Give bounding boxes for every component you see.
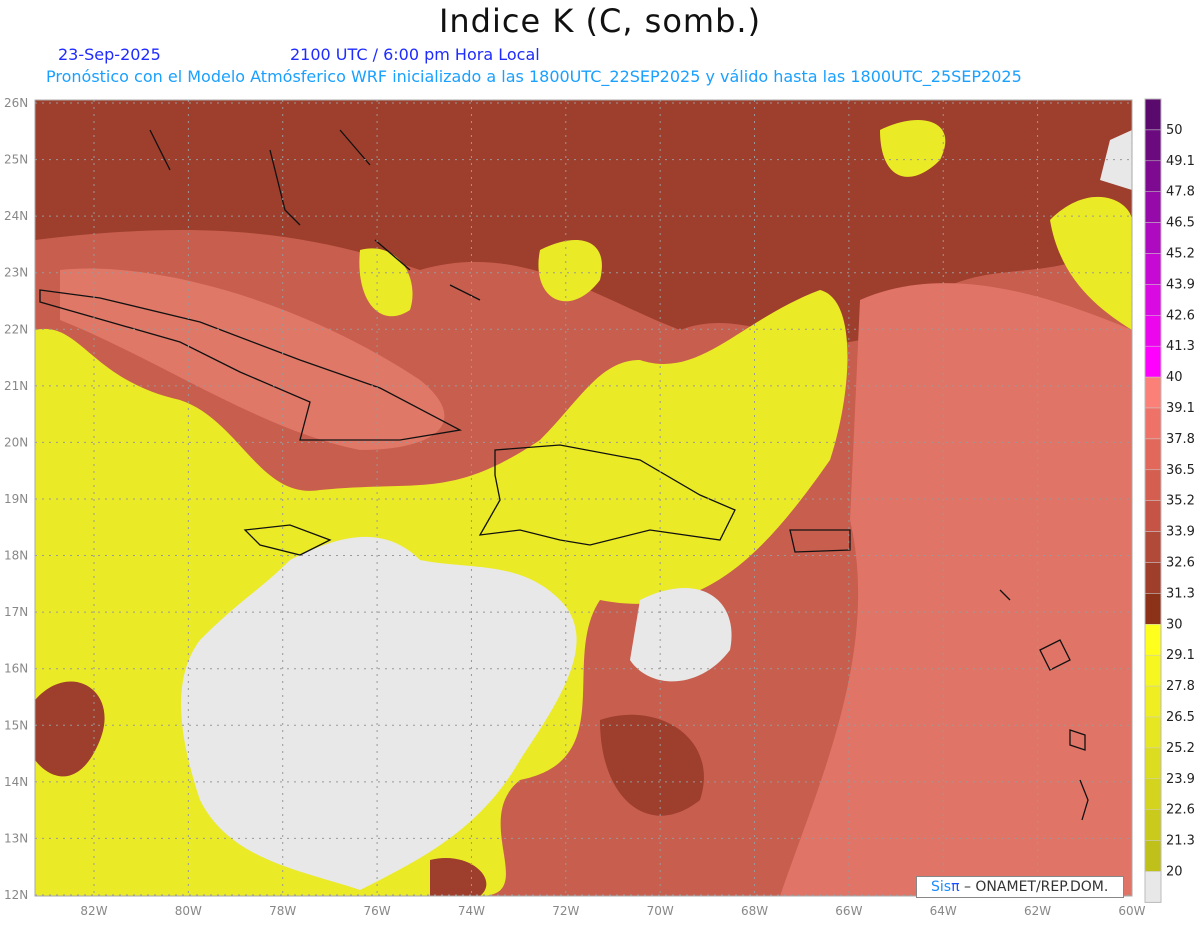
- legend-swatch: [1144, 624, 1162, 656]
- legend-swatch: [1144, 284, 1162, 316]
- lat-tick-label: 25N: [4, 153, 28, 167]
- legend-swatch: [1144, 376, 1162, 409]
- legend-label: 30: [1166, 617, 1183, 632]
- legend-label: 36.5: [1166, 463, 1195, 478]
- lat-tick-label: 21N: [4, 379, 28, 393]
- map-field: [35, 100, 1132, 896]
- legend-label: 29.1: [1166, 648, 1195, 663]
- model-subtitle: Pronóstico con el Modelo Atmósferico WRF…: [46, 67, 1022, 86]
- forecast-date: 23-Sep-2025: [58, 45, 161, 64]
- map-title: Indice K (C, somb.): [438, 2, 762, 40]
- lat-tick-label: 15N: [4, 718, 28, 732]
- lat-tick-label: 24N: [4, 209, 28, 223]
- legend-label: 47.8: [1166, 185, 1195, 200]
- legend-label: 35.2: [1166, 494, 1195, 509]
- legend-swatch: [1144, 871, 1162, 903]
- lat-tick-label: 16N: [4, 662, 28, 676]
- legend-label: 46.5: [1166, 216, 1195, 231]
- legend-label: 21.3: [1166, 834, 1195, 849]
- lon-tick-label: 68W: [741, 904, 768, 918]
- legend-label: 31.3: [1166, 586, 1195, 601]
- lon-tick-label: 80W: [175, 904, 202, 918]
- credit-box: Sisπ – ONAMET/REP.DOM.: [916, 876, 1124, 898]
- legend-label: 41.3: [1166, 339, 1195, 354]
- legend-label: 33.9: [1166, 525, 1195, 540]
- lat-tick-label: 12N: [4, 888, 28, 902]
- legend-label: 50: [1166, 123, 1183, 138]
- legend-swatch: [1144, 654, 1162, 687]
- legend-label: 40: [1166, 370, 1183, 385]
- lon-tick-label: 78W: [269, 904, 296, 918]
- legend-swatch: [1144, 809, 1162, 841]
- legend-label: 37.8: [1166, 432, 1195, 447]
- legend-swatch: [1144, 469, 1162, 501]
- lon-tick-label: 72W: [552, 904, 579, 918]
- lat-tick-label: 14N: [4, 775, 28, 789]
- legend-swatch: [1144, 778, 1162, 810]
- legend-swatch: [1144, 160, 1162, 192]
- lat-tick-label: 13N: [4, 831, 28, 845]
- lon-tick-label: 64W: [930, 904, 957, 918]
- legend-label: 32.6: [1166, 556, 1195, 571]
- legend-label: 27.8: [1166, 679, 1195, 694]
- lat-tick-label: 23N: [4, 266, 28, 280]
- lat-tick-label: 17N: [4, 605, 28, 619]
- lon-tick-label: 76W: [364, 904, 391, 918]
- legend-swatch: [1144, 500, 1162, 532]
- legend-swatch: [1144, 315, 1162, 347]
- lat-tick-label: 20N: [4, 435, 28, 449]
- legend-label: 49.1: [1166, 154, 1195, 169]
- lat-tick-label: 19N: [4, 492, 28, 506]
- legend-swatch: [1144, 840, 1162, 872]
- legend-label: 42.6: [1166, 308, 1195, 323]
- legend-swatch: [1144, 716, 1162, 749]
- legend-swatch: [1144, 593, 1162, 625]
- lon-tick-label: 70W: [647, 904, 674, 918]
- legend-swatch: [1144, 531, 1162, 563]
- legend-swatch: [1144, 438, 1162, 471]
- lon-tick-label: 82W: [80, 904, 107, 918]
- lat-tick-label: 18N: [4, 549, 28, 563]
- legend-label: 43.9: [1166, 277, 1195, 292]
- credit-text: – ONAMET/REP.DOM.: [959, 879, 1109, 895]
- legend-swatch: [1144, 685, 1162, 718]
- legend-swatch: [1144, 129, 1162, 162]
- legend-swatch: [1144, 407, 1162, 440]
- lat-tick-label: 26N: [4, 96, 28, 110]
- legend-swatch: [1144, 191, 1162, 223]
- legend-label: 26.5: [1166, 710, 1195, 725]
- credit-pi: π: [951, 879, 960, 895]
- legend-label: 25.2: [1166, 741, 1195, 756]
- legend-label: 20: [1166, 865, 1183, 880]
- color-legend: 50 49.1 47.8 46.5 45.2 43.9 42.6 41.3 40 39.1 37.8…: [1144, 98, 1195, 903]
- legend-label: 39.1: [1166, 401, 1195, 416]
- lon-tick-label: 66W: [835, 904, 862, 918]
- legend-swatch: [1144, 345, 1162, 378]
- forecast-time: 2100 UTC / 6:00 pm Hora Local: [290, 45, 540, 64]
- legend-swatch: [1144, 747, 1162, 780]
- legend-swatch: [1144, 253, 1162, 285]
- legend-label: 23.9: [1166, 772, 1195, 787]
- legend-swatch: [1144, 98, 1162, 131]
- lon-tick-label: 60W: [1118, 904, 1145, 918]
- k-index-map: 82W 80W 78W 76W 74W 72W 70W 68W 66W 64W 62W 60W 26N 2…: [4, 96, 1195, 918]
- credit-brand: Sis: [931, 879, 952, 895]
- lon-tick-label: 74W: [458, 904, 485, 918]
- legend-swatch: [1144, 222, 1162, 254]
- lon-tick-label: 62W: [1024, 904, 1051, 918]
- lat-tick-label: 22N: [4, 322, 28, 336]
- legend-label: 22.6: [1166, 803, 1195, 818]
- legend-swatch: [1144, 562, 1162, 594]
- legend-label: 45.2: [1166, 247, 1195, 262]
